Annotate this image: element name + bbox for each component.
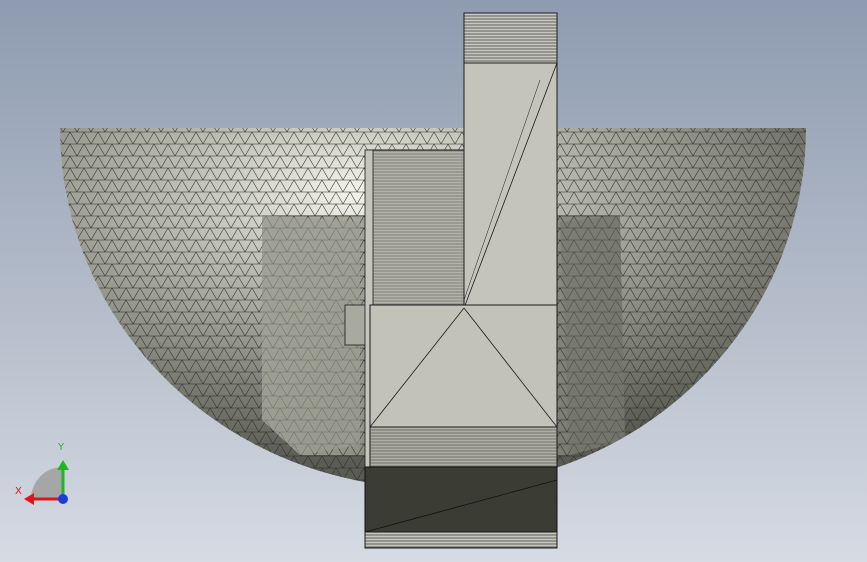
z-axis-dot	[58, 494, 68, 504]
model-view[interactable]	[0, 0, 867, 562]
graphics-viewport[interactable]: Y X	[0, 0, 867, 562]
x-axis-label: X	[15, 486, 22, 497]
coordinate-triad	[24, 460, 69, 505]
x-axis-arrowhead	[24, 493, 34, 505]
lower-body	[369, 304, 558, 468]
base-block	[364, 466, 558, 549]
y-axis-label: Y	[58, 442, 65, 453]
y-axis-arrowhead	[57, 460, 69, 470]
central-shaft	[463, 12, 558, 309]
